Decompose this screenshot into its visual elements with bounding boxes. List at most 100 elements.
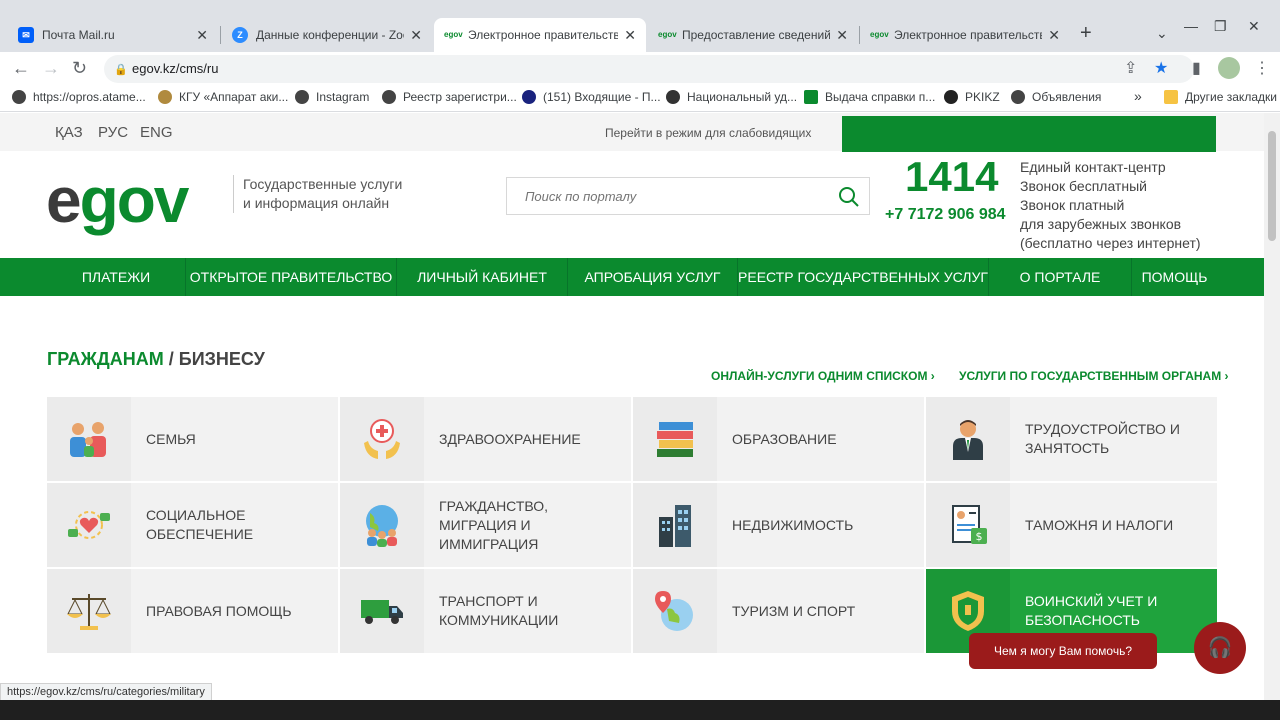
books-icon bbox=[657, 422, 693, 457]
tab-mail[interactable]: ✉ Почта Mail.ru ✕ bbox=[8, 18, 218, 52]
business-tab[interactable]: БИЗНЕСУ bbox=[179, 349, 265, 369]
bookmark-star-icon[interactable]: ★ bbox=[1154, 58, 1168, 78]
bookmark-item[interactable]: Instagram bbox=[295, 90, 369, 104]
browser-tab-bar: ✉ Почта Mail.ru ✕ Z Данные конференции -… bbox=[0, 0, 1280, 52]
egov-logo[interactable]: egov bbox=[46, 165, 189, 235]
tab-egov-active[interactable]: egov Электронное правительство ✕ bbox=[434, 18, 646, 52]
globe-icon bbox=[382, 90, 396, 104]
close-tab-icon[interactable]: ✕ bbox=[836, 27, 848, 44]
nav-open-government[interactable]: ОТКРЫТОЕ ПРАВИТЕЛЬСТВО bbox=[186, 258, 397, 296]
buildings-icon bbox=[659, 505, 691, 547]
truck-icon bbox=[361, 600, 403, 624]
paid-phone-number[interactable]: +7 7172 906 984 bbox=[885, 206, 1006, 224]
minimize-icon[interactable]: — bbox=[1184, 18, 1198, 34]
category-card-citizenship[interactable]: ГРАЖДАНСТВО, МИГРАЦИЯ И ИММИГРАЦИЯ bbox=[340, 483, 631, 567]
tab-egov-second[interactable]: egov Электронное правительство ✕ bbox=[860, 18, 1070, 52]
tab-zoom[interactable]: Z Данные конференции - Zoom ✕ bbox=[222, 18, 432, 52]
tab-search-chevron-icon[interactable]: ⌄ bbox=[1156, 25, 1168, 42]
close-window-icon[interactable]: ✕ bbox=[1248, 18, 1260, 35]
nav-about-portal[interactable]: О ПОРТАЛЕ bbox=[989, 258, 1132, 296]
egov-icon: egov bbox=[444, 30, 463, 39]
category-card-transport[interactable]: ТРАНСПОРТ И КОММУНИКАЦИИ bbox=[340, 569, 631, 653]
address-toolbar: ← → ↻ 🔒 egov.kz/cms/ru ⇪ ★ ▮ ⋮ bbox=[0, 52, 1280, 86]
email-icon bbox=[522, 90, 536, 104]
menu-kebab-icon[interactable]: ⋮ bbox=[1254, 58, 1270, 78]
lang-eng[interactable]: ENG bbox=[140, 124, 173, 141]
bookmark-item[interactable]: Объявления bbox=[1011, 90, 1101, 104]
globe-icon bbox=[1011, 90, 1025, 104]
scrollbar-thumb[interactable] bbox=[1268, 131, 1276, 241]
new-tab-icon[interactable]: + bbox=[1080, 22, 1092, 45]
tagline: Государственные услуги и информация онла… bbox=[233, 175, 413, 213]
scales-icon bbox=[67, 594, 111, 630]
healthcare-icon bbox=[364, 419, 400, 459]
back-icon[interactable]: ← bbox=[12, 58, 30, 79]
egov-icon: egov bbox=[870, 30, 889, 39]
search-input[interactable] bbox=[507, 178, 807, 214]
bookmark-item[interactable]: Реестр зарегистри... bbox=[382, 90, 517, 104]
top-banner[interactable] bbox=[842, 116, 1216, 152]
bookmarks-bar: https://opros.atame... КГУ «Аппарат аки.… bbox=[0, 86, 1280, 112]
restore-icon[interactable]: ❐ bbox=[1214, 18, 1227, 35]
share-icon[interactable]: ⇪ bbox=[1124, 58, 1137, 78]
bookmark-item[interactable]: Выдача справки п... bbox=[804, 90, 935, 104]
folder-icon bbox=[1164, 90, 1178, 104]
search-icon[interactable] bbox=[837, 185, 861, 209]
lang-rus[interactable]: РУС bbox=[98, 124, 128, 141]
category-card-customs-taxes[interactable]: $ ТАМОЖНЯ И НАЛОГИ bbox=[926, 483, 1217, 567]
chat-prompt[interactable]: Чем я могу Вам помочь? bbox=[969, 633, 1157, 669]
category-card-employment[interactable]: ТРУДОУСТРОЙСТВО И ЗАНЯТОСТЬ bbox=[926, 397, 1217, 481]
portal-search bbox=[506, 177, 870, 215]
nav-help[interactable]: ПОМОЩЬ bbox=[1132, 258, 1217, 296]
globe-people-icon bbox=[366, 505, 398, 547]
audience-switch: ГРАЖДАНАМ / БИЗНЕСУ bbox=[47, 349, 265, 369]
bookmark-item[interactable]: (151) Входящие - П... bbox=[522, 90, 661, 104]
category-card-tourism-sport[interactable]: ТУРИЗМ И СПОРТ bbox=[633, 569, 924, 653]
forward-icon[interactable]: → bbox=[42, 58, 60, 79]
page-scrollbar[interactable] bbox=[1264, 113, 1280, 700]
category-card-real-estate[interactable]: НЕДВИЖИМОСТЬ bbox=[633, 483, 924, 567]
bookmark-item[interactable]: PKIKZ bbox=[944, 90, 1000, 104]
other-bookmarks[interactable]: Другие закладки bbox=[1164, 90, 1277, 104]
tab-egov-info[interactable]: egov Предоставление сведений о ✕ bbox=[648, 18, 858, 52]
close-tab-icon[interactable]: ✕ bbox=[1048, 27, 1060, 44]
nav-service-testing[interactable]: АПРОБАЦИЯ УСЛУГ bbox=[568, 258, 738, 296]
lang-kaz[interactable]: ҚАЗ bbox=[55, 124, 83, 141]
mail-icon: ✉ bbox=[18, 27, 34, 43]
status-bar-url: https://egov.kz/cms/ru/categories/milita… bbox=[0, 683, 212, 701]
bookmark-item[interactable]: КГУ «Аппарат аки... bbox=[158, 90, 288, 104]
emblem-icon bbox=[158, 90, 172, 104]
bookmark-item[interactable]: https://opros.atame... bbox=[12, 90, 146, 104]
nav-services-registry[interactable]: РЕЕСТР ГОСУДАРСТВЕННЫХ УСЛУГ bbox=[738, 258, 989, 296]
bookmark-item[interactable]: Национальный уд... bbox=[666, 90, 797, 104]
bookmarks-overflow-button[interactable]: » bbox=[1134, 88, 1142, 104]
egov-icon bbox=[804, 90, 818, 104]
low-vision-link[interactable]: Перейти в режим для слабовидящих bbox=[605, 126, 811, 140]
all-services-link[interactable]: ОНЛАЙН-УСЛУГИ ОДНИМ СПИСКОМ › bbox=[711, 369, 935, 383]
egov-icon: egov bbox=[658, 30, 677, 39]
side-panel-icon[interactable]: ▮ bbox=[1192, 58, 1201, 78]
egov-page: ҚАЗ РУС ENG Перейти в режим для слабовид… bbox=[0, 113, 1264, 700]
globe-icon bbox=[295, 90, 309, 104]
close-tab-icon[interactable]: ✕ bbox=[624, 27, 636, 44]
nav-payments[interactable]: ПЛАТЕЖИ bbox=[47, 258, 186, 296]
category-card-healthcare[interactable]: ЗДРАВООХРАНЕНИЕ bbox=[340, 397, 631, 481]
category-card-family[interactable]: СЕМЬЯ bbox=[47, 397, 338, 481]
profile-avatar[interactable] bbox=[1218, 57, 1240, 79]
category-card-legal-aid[interactable]: ПРАВОВАЯ ПОМОЩЬ bbox=[47, 569, 338, 653]
tax-document-icon: $ bbox=[952, 505, 987, 544]
reload-icon[interactable]: ↻ bbox=[72, 58, 87, 79]
close-tab-icon[interactable]: ✕ bbox=[196, 27, 208, 44]
hotline-number[interactable]: 1414 bbox=[905, 153, 998, 201]
services-by-agency-link[interactable]: УСЛУГИ ПО ГОСУДАРСТВЕННЫМ ОРГАНАМ › bbox=[959, 369, 1229, 383]
globe-icon bbox=[12, 90, 26, 104]
citizens-tab[interactable]: ГРАЖДАНАМ bbox=[47, 349, 164, 369]
nav-personal-account[interactable]: ЛИЧНЫЙ КАБИНЕТ bbox=[397, 258, 568, 296]
address-bar[interactable]: 🔒 egov.kz/cms/ru bbox=[104, 55, 1194, 83]
main-navigation: ПЛАТЕЖИ ОТКРЫТОЕ ПРАВИТЕЛЬСТВО ЛИЧНЫЙ КА… bbox=[0, 258, 1264, 296]
chat-headset-icon[interactable]: 🎧 bbox=[1194, 622, 1246, 674]
category-card-social-care[interactable]: СОЦИАЛЬНОЕ ОБЕСПЕЧЕНИЕ bbox=[47, 483, 338, 567]
tab-separator bbox=[220, 26, 221, 44]
category-card-education[interactable]: ОБРАЗОВАНИЕ bbox=[633, 397, 924, 481]
close-tab-icon[interactable]: ✕ bbox=[410, 27, 422, 44]
